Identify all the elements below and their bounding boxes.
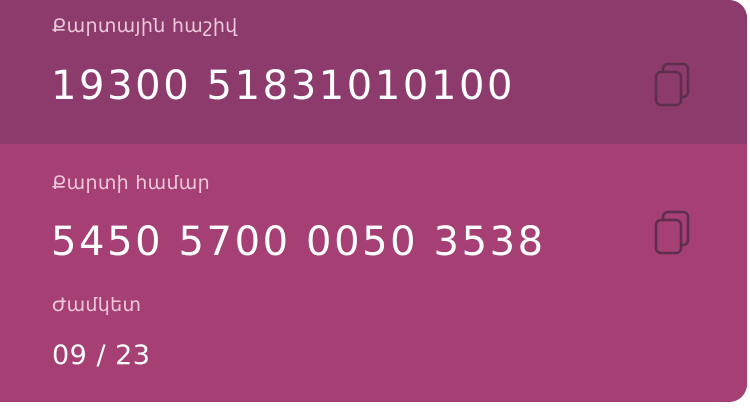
card-panel: Քարտային հաշիվ 19300 51831010100 Քարտի հ…	[0, 0, 747, 402]
account-label: Քարտային հաշիվ	[52, 15, 238, 37]
copy-card-number-button[interactable]	[654, 209, 694, 257]
copy-account-number-button[interactable]	[654, 61, 694, 109]
copy-icon	[654, 210, 690, 255]
copy-icon	[654, 62, 690, 107]
card-number-label: Քարտի համար	[52, 172, 210, 194]
expiry-label: Ժամկետ	[52, 294, 142, 316]
card-details-section: Քարտի համար 5450 5700 0050 3538 Ժամկետ 0…	[0, 144, 747, 402]
account-section: Քարտային հաշիվ 19300 51831010100	[0, 0, 747, 144]
card-number: 5450 5700 0050 3538	[51, 219, 546, 265]
account-number: 19300 51831010100	[51, 63, 516, 109]
expiry-value: 09 / 23	[52, 340, 151, 371]
